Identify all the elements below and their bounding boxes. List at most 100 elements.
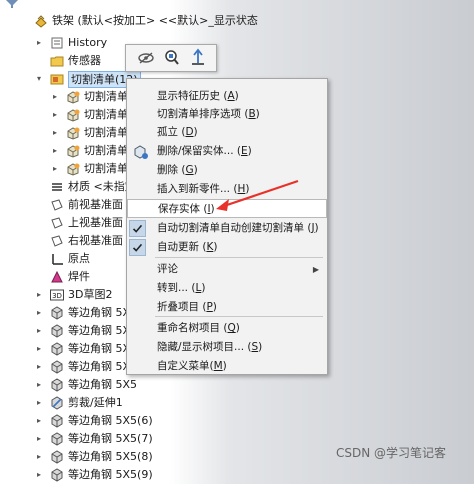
expand-arrow-icon[interactable]: ▸ (34, 430, 44, 448)
cut-list-item-icon (67, 127, 80, 140)
plane-icon (51, 199, 63, 211)
tree-item[interactable]: ▸ 等边角钢 5X5(9) (0, 466, 230, 484)
menu-item[interactable]: 插入到新零件... (H) (127, 180, 327, 199)
expand-arrow-icon[interactable]: ▸ (34, 286, 44, 304)
menu-item[interactable]: 折叠项目 (P) (127, 298, 327, 317)
tree-item[interactable]: ▸ 等边角钢 5X5 (0, 376, 230, 394)
expand-arrow-icon (34, 52, 44, 70)
trim-extend-icon (51, 396, 63, 410)
context-toolbar (125, 44, 217, 72)
menu-item-label: 自定义菜单(M) (157, 360, 227, 372)
menu-item-label: 孤立 (D) (157, 126, 198, 138)
menu-item-label: 删除 (G) (157, 164, 198, 176)
menu-item[interactable]: 显示特征历史 (A) (127, 87, 327, 106)
menu-item-label: 自动更新 (K) (157, 241, 218, 253)
expand-arrow-icon (34, 268, 44, 286)
menu-item[interactable]: 切割清单排序选项 (B) (127, 105, 327, 124)
menu-item[interactable]: 自动切割清单自动创建切割清单 (J) (127, 219, 327, 238)
expand-arrow-icon[interactable]: ▸ (50, 88, 60, 106)
expand-arrow-icon[interactable]: ▸ (34, 304, 44, 322)
menu-item[interactable]: 隐藏/显示树项目... (S) (127, 338, 327, 357)
tree-item-label: 焊件 (68, 270, 90, 283)
tree-item-label: 切割清单 (84, 126, 128, 139)
tree-item-label: 等边角钢 5X5 (68, 378, 138, 391)
tree-root-label: 铁架 (默认<按加工> <<默认>_显示状态 (52, 14, 258, 27)
tree-item[interactable]: ▸ 等边角钢 5X5(6) (0, 412, 230, 430)
normal-to-icon[interactable] (188, 48, 208, 68)
tree-item[interactable]: ▸ 等边角钢 5X5(7) (0, 430, 230, 448)
menu-item-label: 删除/保留实体... (E) (157, 145, 252, 157)
menu-item-label: 保存实体 (I) (158, 203, 215, 215)
menu-item-label: 插入到新零件... (H) (157, 183, 250, 195)
expand-arrow-icon[interactable]: ▸ (50, 160, 60, 178)
angle-steel-icon (51, 306, 63, 320)
angle-steel-icon (51, 432, 63, 446)
tree-item[interactable]: ▸ 等边角钢 5X5(8) (0, 448, 230, 466)
menu-item-label: 显示特征历史 (A) (157, 90, 239, 102)
menu-item-label: 自动切割清单自动创建切割清单 (J) (157, 222, 319, 234)
sensor-folder-icon (50, 56, 64, 67)
expand-arrow-icon (34, 196, 44, 214)
menu-item[interactable]: 转到... (L) (127, 279, 327, 298)
expand-arrow-icon (34, 178, 44, 196)
tree-root[interactable]: 铁架 (默认<按加工> <<默认>_显示状态 (0, 12, 258, 30)
angle-steel-icon (51, 450, 63, 464)
expand-arrow-icon[interactable]: ▸ (34, 340, 44, 358)
collapse-arrow-icon[interactable]: ▾ (34, 70, 44, 88)
cut-list-item-icon (67, 91, 80, 104)
expand-arrow-icon[interactable]: ▸ (34, 34, 44, 52)
expand-arrow-icon[interactable]: ▸ (50, 142, 60, 160)
menu-item-label: 隐藏/显示树项目... (S) (157, 341, 263, 353)
cut-list-item-icon (67, 109, 80, 122)
tree-item-label: 传感器 (68, 54, 101, 67)
plane-icon (51, 235, 63, 247)
expand-arrow-icon[interactable]: ▸ (34, 394, 44, 412)
tree-item-label: 上视基准面 (68, 216, 123, 229)
part-icon (35, 15, 47, 28)
menu-item[interactable]: 重命名树项目 (Q) (127, 319, 327, 338)
expand-arrow-icon (34, 232, 44, 250)
menu-item-label: 折叠项目 (P) (157, 301, 217, 313)
expand-arrow-icon (34, 214, 44, 232)
sketch-3d-icon: 3D (50, 289, 64, 301)
checkmark-icon (129, 220, 146, 237)
angle-steel-icon (51, 414, 63, 428)
menu-item[interactable]: 删除 (G) (127, 161, 327, 180)
svg-text:3D: 3D (52, 292, 62, 300)
menu-item[interactable]: 孤立 (D) (127, 123, 327, 142)
menu-item[interactable]: 评论 ▶ (127, 260, 327, 279)
cut-list-item-icon (67, 163, 80, 176)
tree-item-label: 前视基准面 (68, 198, 123, 211)
tree-item-label: 切割清单 (84, 90, 128, 103)
expand-arrow-icon[interactable]: ▸ (34, 358, 44, 376)
angle-steel-icon (51, 468, 63, 482)
expand-arrow-icon[interactable]: ▸ (50, 124, 60, 142)
angle-steel-icon (51, 360, 63, 374)
angle-steel-icon (51, 324, 63, 338)
angle-steel-icon (51, 378, 63, 392)
expand-arrow-icon[interactable]: ▸ (34, 448, 44, 466)
tree-item-label: 切割清单 (84, 162, 128, 175)
menu-item[interactable]: 自定义菜单(M) (127, 357, 327, 376)
hide-show-icon[interactable] (136, 48, 156, 68)
menu-item[interactable]: 删除/保留实体... (E) (127, 142, 327, 161)
filter-icon[interactable] (6, 0, 18, 8)
expand-arrow-icon[interactable]: ▸ (50, 106, 60, 124)
menu-item-label: 评论 (157, 263, 178, 275)
cut-list-icon (50, 74, 64, 85)
zoom-to-selection-icon[interactable] (162, 48, 182, 68)
angle-steel-icon (51, 342, 63, 356)
menu-item-label: 转到... (L) (157, 282, 206, 294)
menu-item[interactable]: 自动更新 (K) (127, 238, 327, 257)
expand-arrow-icon[interactable]: ▸ (34, 466, 44, 484)
tree-item[interactable]: ▸ 剪裁/延伸1 (0, 394, 230, 412)
expand-arrow-icon[interactable]: ▸ (34, 376, 44, 394)
menu-item[interactable]: 保存实体 (I) (127, 199, 327, 218)
plane-icon (51, 217, 63, 229)
tree-item-label: 原点 (68, 252, 90, 265)
expand-arrow-icon[interactable]: ▸ (34, 412, 44, 430)
history-icon (51, 37, 63, 49)
tree-item-label: 等边角钢 5X5(9) (68, 468, 153, 481)
tree-item-label: 等边角钢 5X5(7) (68, 432, 153, 445)
expand-arrow-icon[interactable]: ▸ (34, 322, 44, 340)
